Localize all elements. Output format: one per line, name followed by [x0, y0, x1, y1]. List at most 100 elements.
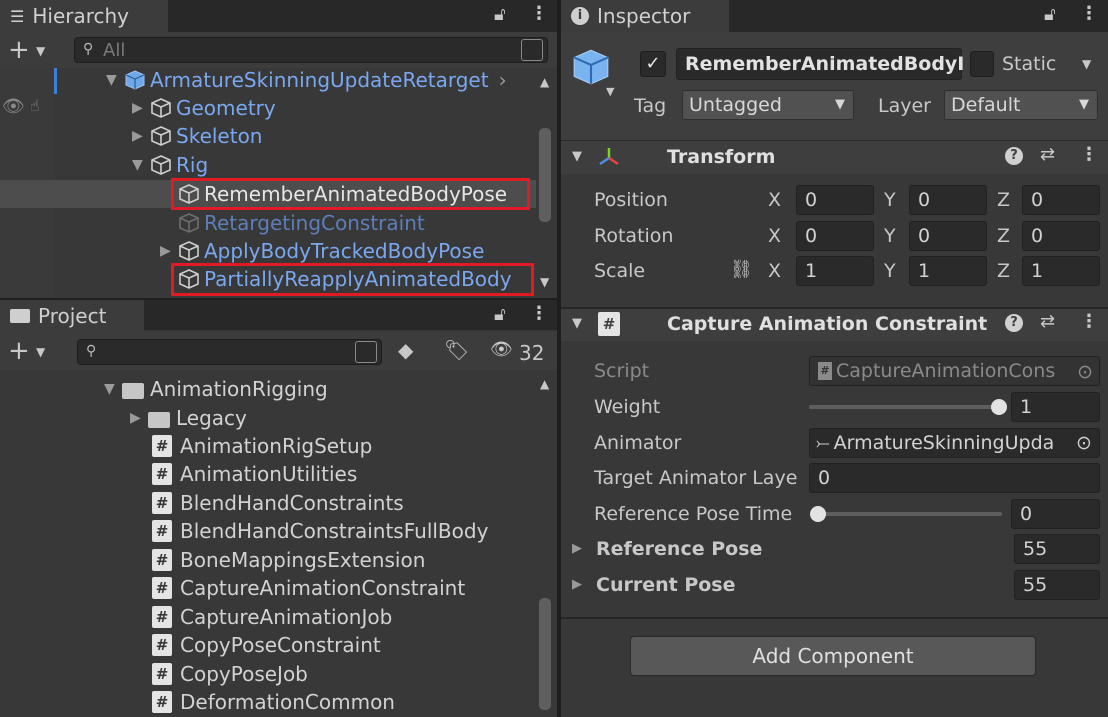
- expand-arrow-icon[interactable]: ▶: [130, 410, 148, 426]
- foldout-arrow-icon[interactable]: ▼: [572, 150, 582, 163]
- expand-arrow-icon[interactable]: ▼: [104, 381, 122, 397]
- rotation-z-field[interactable]: 0: [1022, 221, 1100, 251]
- active-checkbox[interactable]: ✓: [640, 51, 666, 77]
- target-layer-field[interactable]: 0: [809, 463, 1100, 493]
- chevron-right-icon[interactable]: ›: [499, 68, 507, 92]
- help-icon[interactable]: ?: [1005, 314, 1023, 332]
- ref-time-slider-knob[interactable]: [810, 506, 826, 522]
- add-icon[interactable]: +: [8, 338, 30, 364]
- static-checkbox[interactable]: [970, 51, 994, 77]
- folder-label: AnimationRigging: [150, 377, 328, 401]
- add-icon[interactable]: +: [8, 37, 30, 63]
- position-y-field[interactable]: 0: [909, 185, 987, 215]
- folder-row-animation-rigging[interactable]: ▼ AnimationRigging: [104, 375, 328, 403]
- unlinked-scale-icon[interactable]: ⛓︎: [730, 261, 753, 279]
- help-icon[interactable]: ?: [1005, 147, 1023, 165]
- weight-slider-track[interactable]: [809, 405, 999, 409]
- add-component-button[interactable]: Add Component: [630, 636, 1036, 676]
- tree-row-skeleton[interactable]: ▶ Skeleton: [132, 122, 262, 150]
- script-row[interactable]: # DeformationCommon: [152, 688, 395, 716]
- filter-by-label-icon[interactable]: 🏷︎: [444, 340, 469, 360]
- tree-row-geometry[interactable]: ▶ Geometry: [132, 94, 276, 122]
- chevron-down-icon[interactable]: ▼: [606, 86, 614, 97]
- object-picker-icon[interactable]: ⊙: [1069, 429, 1099, 457]
- pointer-icon[interactable]: ☝︎: [30, 98, 40, 114]
- foldout-arrow-icon[interactable]: ▼: [572, 317, 582, 330]
- script-row[interactable]: # BoneMappingsExtension: [152, 546, 425, 574]
- ref-time-field[interactable]: 0: [1011, 499, 1100, 529]
- expand-arrow-icon[interactable]: ▶: [132, 128, 150, 144]
- object-name-value: RememberAnimatedBodyI: [685, 53, 965, 75]
- script-row[interactable]: # BlendHandConstraints: [152, 489, 404, 517]
- hierarchy-tab[interactable]: ☰ Hierarchy: [0, 0, 168, 32]
- inspector-tab[interactable]: i Inspector: [561, 0, 729, 32]
- kebab-menu-icon[interactable]: ⋮: [1080, 5, 1098, 23]
- expand-arrow-icon[interactable]: ▶: [160, 243, 178, 259]
- hidden-packages-icon[interactable]: 👁︎: [490, 341, 513, 359]
- presets-icon[interactable]: ⇄: [1040, 313, 1055, 331]
- scale-x-field[interactable]: 1: [796, 256, 874, 286]
- script-row[interactable]: # BlendHandConstraintsFullBody: [152, 517, 488, 545]
- script-row[interactable]: # CopyPoseJob: [152, 660, 308, 688]
- ref-time-slider-track[interactable]: [812, 512, 1002, 516]
- filter-by-type-icon[interactable]: ◆: [398, 340, 413, 360]
- scroll-down-icon[interactable]: ▼: [540, 276, 549, 288]
- chevron-down-icon[interactable]: ▼: [36, 346, 45, 358]
- tree-row-retargeting-constraint[interactable]: RetargetingConstraint: [160, 209, 425, 237]
- tree-row-apply-body-tracked-body-pose[interactable]: ▶ ApplyBodyTrackedBodyPose: [160, 237, 484, 265]
- project-tab[interactable]: Project: [0, 300, 144, 332]
- tree-row-rig[interactable]: ▼ Rig: [132, 151, 208, 179]
- scale-y-field[interactable]: 1: [909, 256, 987, 286]
- tree-row-armature[interactable]: ▼ ArmatureSkinningUpdateRetarget ›: [106, 66, 507, 94]
- lock-icon[interactable]: 🔓︎: [1044, 6, 1056, 24]
- script-label: CopyPoseConstraint: [180, 633, 381, 657]
- foldout-arrow-icon[interactable]: ▶: [572, 542, 582, 555]
- object-name-field[interactable]: RememberAnimatedBodyI: [676, 48, 965, 80]
- position-z-field[interactable]: 0: [1022, 185, 1100, 215]
- script-row[interactable]: # CaptureAnimationConstraint: [152, 574, 465, 602]
- script-row[interactable]: # AnimationUtilities: [152, 460, 357, 488]
- gameobject-cube-icon: [151, 155, 171, 175]
- animator-field[interactable]: ⤚ ArmatureSkinningUpda ⊙: [809, 428, 1100, 458]
- lock-icon[interactable]: 🔓︎: [494, 306, 506, 324]
- weight-slider-knob[interactable]: [991, 399, 1007, 415]
- search-mode-icon[interactable]: [355, 341, 377, 363]
- lock-icon[interactable]: 🔓︎: [494, 6, 506, 24]
- component-menu-icon[interactable]: ⋮: [1080, 313, 1098, 331]
- chevron-down-icon: ▼: [1079, 97, 1089, 112]
- transform-header[interactable]: [561, 140, 1108, 174]
- cur-pose-size-field[interactable]: 55: [1014, 570, 1100, 600]
- kebab-menu-icon[interactable]: ⋮: [530, 305, 548, 323]
- search-mode-icon[interactable]: [521, 39, 543, 61]
- chevron-down-icon[interactable]: ▼: [36, 45, 45, 57]
- kebab-menu-icon[interactable]: ⋮: [530, 5, 548, 23]
- project-search-input[interactable]: ⚲: [77, 339, 382, 365]
- script-row[interactable]: # CopyPoseConstraint: [152, 631, 381, 659]
- hierarchy-scroll-thumb[interactable]: [539, 128, 551, 222]
- presets-icon[interactable]: ⇄: [1040, 146, 1055, 164]
- scroll-up-icon[interactable]: ▲: [540, 378, 549, 390]
- expand-arrow-icon[interactable]: ▼: [106, 72, 124, 88]
- expand-arrow-icon[interactable]: ▼: [132, 157, 150, 173]
- tag-dropdown[interactable]: Untagged ▼: [682, 90, 854, 120]
- rotation-x-field[interactable]: 0: [796, 221, 874, 251]
- rotation-y-field[interactable]: 0: [909, 221, 987, 251]
- rotation-label: Rotation: [594, 225, 674, 247]
- position-x-field[interactable]: 0: [796, 185, 874, 215]
- folder-row-legacy[interactable]: ▶ Legacy: [130, 404, 247, 432]
- scale-z-field[interactable]: 1: [1022, 256, 1100, 286]
- script-row[interactable]: # AnimationRigSetup: [152, 432, 372, 460]
- foldout-arrow-icon[interactable]: ▶: [572, 578, 582, 591]
- ref-pose-size-field[interactable]: 55: [1014, 534, 1100, 564]
- chevron-down-icon[interactable]: ▼: [1082, 58, 1091, 70]
- expand-arrow-icon[interactable]: ▶: [132, 100, 150, 116]
- hierarchy-search-input[interactable]: ⚲ All: [74, 37, 548, 63]
- weight-field[interactable]: 1: [1011, 392, 1100, 422]
- project-scroll-thumb[interactable]: [539, 598, 551, 710]
- script-row[interactable]: # CaptureAnimationJob: [152, 603, 392, 631]
- layer-dropdown[interactable]: Default ▼: [944, 90, 1098, 120]
- gameobject-icon[interactable]: [570, 46, 612, 88]
- component-menu-icon[interactable]: ⋮: [1080, 146, 1098, 164]
- scroll-up-icon[interactable]: ▲: [540, 76, 549, 88]
- eye-icon[interactable]: 👁︎: [2, 98, 25, 116]
